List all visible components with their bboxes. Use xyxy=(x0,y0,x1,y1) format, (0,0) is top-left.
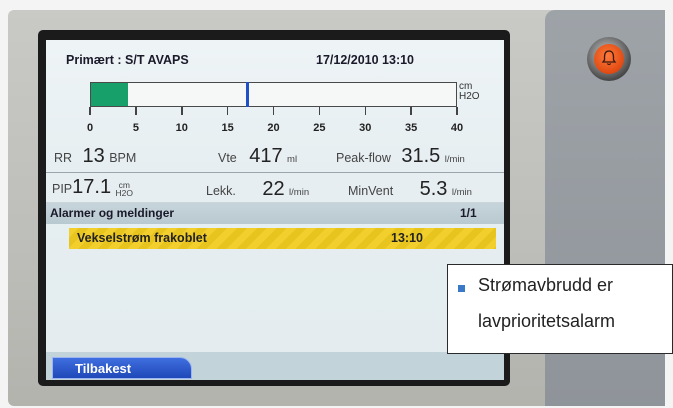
lekk-label: Lekk. xyxy=(206,184,236,198)
scale-tick xyxy=(89,107,91,115)
alarm-item[interactable]: Vekselstrøm frakoblet 13:10 xyxy=(69,228,496,249)
vte-label: Vte xyxy=(218,151,237,165)
minvent-label: MinVent xyxy=(348,184,394,198)
pip-readout: PIP17.1 cm H2O xyxy=(52,176,133,199)
scale-tick-label: 30 xyxy=(359,122,372,134)
ventilator-screen: Primært : S/T AVAPS 17/12/2010 13:10 cm … xyxy=(46,40,504,380)
callout-line-1: Strømavbrudd er xyxy=(478,275,614,295)
alarm-item-text: Vekselstrøm frakoblet xyxy=(77,231,207,245)
peak-flow-value: 31.5 xyxy=(401,145,441,167)
lekk-unit: l/min xyxy=(289,187,310,198)
bullet-icon xyxy=(458,285,465,292)
scale-tick-label: 35 xyxy=(405,122,418,134)
pip-value: 17.1 xyxy=(72,176,112,198)
lekk-readout: Lekk. 22 l/min xyxy=(206,178,309,201)
alarms-header: Alarmer og meldinger 1/1 xyxy=(46,202,504,224)
minvent-readout: MinVent 5.3 l/min xyxy=(348,178,472,201)
pressure-scale-ticks xyxy=(89,107,458,115)
rr-readout: RR 13 BPM xyxy=(54,145,136,168)
scale-tick xyxy=(181,107,183,115)
pip-label: PIP xyxy=(52,182,73,196)
rr-value: 13 xyxy=(82,145,105,167)
peak-flow-label: Peak-flow xyxy=(336,151,391,165)
scale-tick-label: 0 xyxy=(86,122,94,134)
vte-value: 417 xyxy=(249,145,283,167)
mode-label: Primært : S/T AVAPS xyxy=(66,53,189,67)
scale-tick-label: 10 xyxy=(175,122,188,134)
rr-unit: BPM xyxy=(109,151,137,165)
scale-tick xyxy=(318,107,321,115)
lekk-value: 22 xyxy=(262,178,285,200)
datetime-label: 17/12/2010 13:10 xyxy=(316,53,415,67)
scale-tick-label: 15 xyxy=(221,122,234,134)
scale-tick xyxy=(410,107,412,115)
scale-tick xyxy=(364,107,366,115)
scale-tick-label: 25 xyxy=(313,122,326,134)
alarm-item-time: 13:10 xyxy=(391,231,423,245)
alarms-page-indicator: 1/1 xyxy=(460,206,477,220)
scale-tick xyxy=(456,107,458,115)
rr-label: RR xyxy=(54,151,73,165)
annotation-callout: Strømavbrudd er lavprioritetsalarm xyxy=(447,264,673,354)
scale-tick xyxy=(226,107,229,115)
row-divider xyxy=(46,172,504,173)
reset-button[interactable]: Tilbakest xyxy=(52,357,192,379)
vte-unit: ml xyxy=(287,154,298,165)
vte-readout: Vte 417 ml xyxy=(218,145,297,168)
scale-tick-label: 5 xyxy=(132,122,139,134)
callout-line-2: lavprioritetsalarm xyxy=(478,311,616,331)
scale-tick xyxy=(135,107,137,115)
pip-unit: cm H2O xyxy=(115,179,134,198)
scale-tick-label: 40 xyxy=(450,122,464,134)
pressure-bar-unit: cm H2O xyxy=(459,81,480,102)
pressure-bar xyxy=(90,82,457,107)
minvent-unit: l/min xyxy=(451,187,472,198)
peak-flow-readout: Peak-flow 31.5 l/min xyxy=(336,145,465,168)
alarm-silence-bell-icon xyxy=(601,50,617,66)
scale-tick xyxy=(272,107,275,115)
pressure-bar-marker xyxy=(246,82,250,107)
minvent-value: 5.3 xyxy=(419,178,448,200)
scale-tick-label: 20 xyxy=(267,122,280,134)
pressure-bar-fill xyxy=(91,83,128,106)
peak-flow-unit: l/min xyxy=(444,154,465,165)
alarms-title: Alarmer og meldinger xyxy=(50,206,175,220)
